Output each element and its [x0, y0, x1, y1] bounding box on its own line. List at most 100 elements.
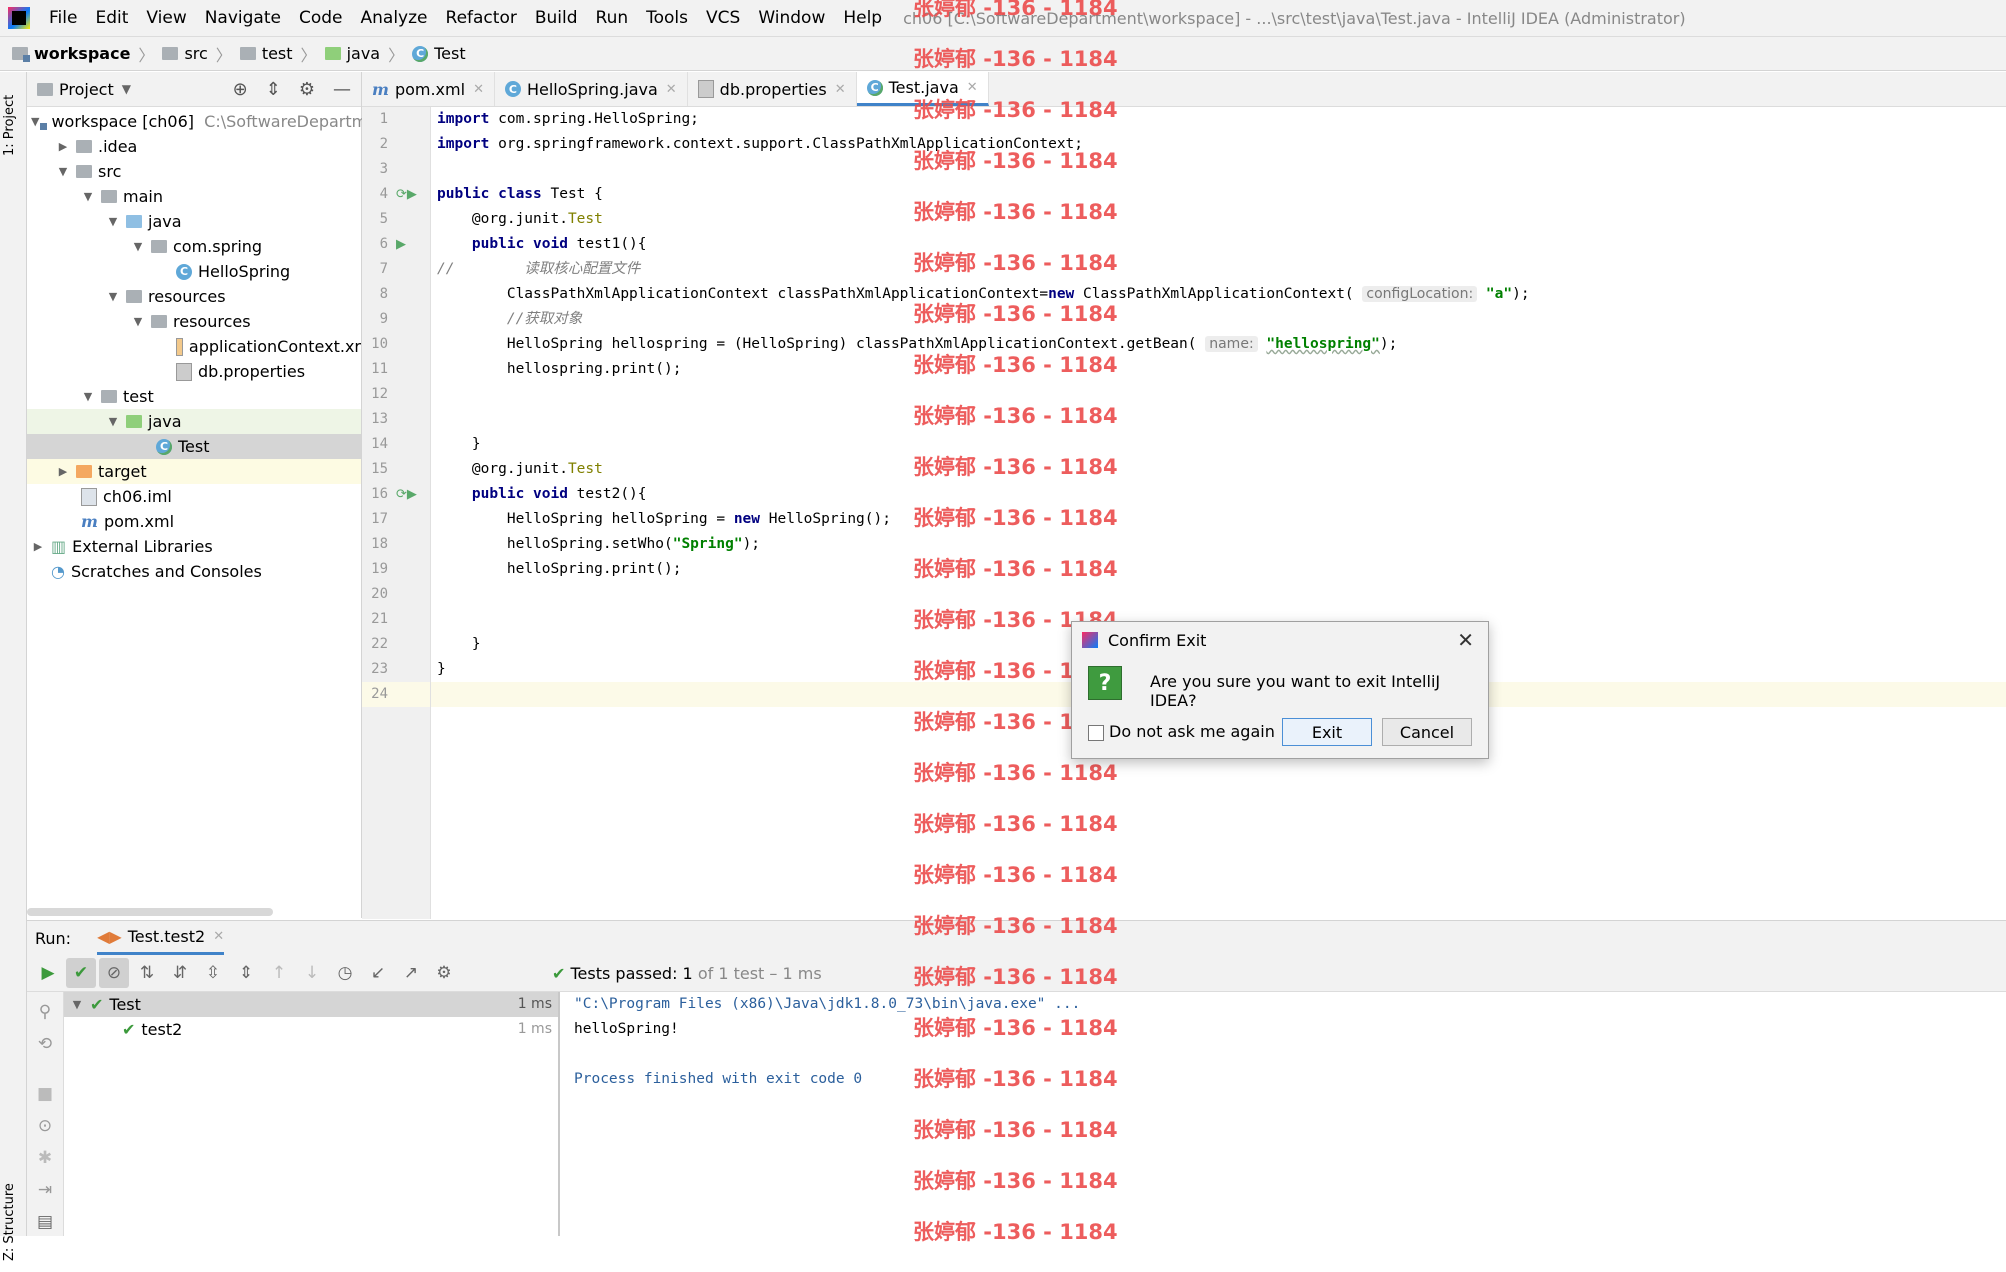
export-tests-icon[interactable]: ↗: [396, 958, 426, 988]
restore-layout-icon[interactable]: ⟲: [27, 1034, 63, 1054]
arrow-up-icon[interactable]: ↑: [264, 958, 294, 988]
close-icon[interactable]: ✕: [835, 82, 846, 97]
breadcrumb-test-class[interactable]: C Test: [412, 44, 466, 63]
close-icon[interactable]: ✕: [213, 929, 224, 944]
menu-code[interactable]: Code: [290, 0, 352, 36]
show-ignored-icon[interactable]: ⊘: [99, 958, 129, 988]
menu-build[interactable]: Build: [526, 0, 587, 36]
tree-item-hellospring[interactable]: C HelloSpring: [27, 259, 361, 284]
tree-item-main-java[interactable]: ▼ java: [27, 209, 361, 234]
tab-pom-xml[interactable]: m pom.xml ✕: [362, 72, 495, 106]
tree-item-target[interactable]: ▶ target: [27, 459, 361, 484]
menu-help[interactable]: Help: [834, 0, 891, 36]
chevron-down-icon[interactable]: ▼: [131, 309, 145, 334]
do-not-ask-label[interactable]: Do not ask me again: [1109, 722, 1275, 741]
tree-item-scratches[interactable]: ◔ Scratches and Consoles: [27, 559, 361, 584]
project-view-selector[interactable]: Project: [59, 80, 114, 99]
expand-all-icon[interactable]: ⇳: [198, 958, 228, 988]
test-row-test2[interactable]: ✔ test2 1 ms: [64, 1017, 558, 1042]
chevron-down-icon[interactable]: ▼: [106, 409, 120, 434]
breadcrumb-java[interactable]: java 〉: [324, 42, 413, 66]
chevron-down-icon[interactable]: ▼: [106, 209, 120, 234]
chevron-down-icon[interactable]: ▼: [81, 384, 95, 409]
run-class-icon[interactable]: ⟳▶: [396, 187, 417, 202]
chevron-right-icon[interactable]: ▶: [31, 534, 45, 559]
collapse-all-icon[interactable]: ⇕: [266, 79, 281, 100]
menu-refactor[interactable]: Refactor: [437, 0, 526, 36]
chevron-down-icon[interactable]: ▼: [131, 234, 145, 259]
tab-run-config[interactable]: ◀▶ Test.test2 ✕: [97, 921, 225, 955]
tree-item-resources-sub[interactable]: ▼ resources: [27, 309, 361, 334]
tree-item-pom-xml[interactable]: m pom.xml: [27, 509, 361, 534]
sort-duration-icon[interactable]: ⇵: [165, 958, 195, 988]
tab-db-properties[interactable]: db.properties ✕: [688, 72, 857, 106]
camera-icon[interactable]: ⊙: [27, 1116, 63, 1136]
menu-file[interactable]: File: [40, 0, 86, 36]
breadcrumb-test[interactable]: test 〉: [239, 42, 325, 66]
chevron-down-icon[interactable]: ▼: [70, 992, 84, 1017]
tree-item-idea[interactable]: ▶ .idea: [27, 134, 361, 159]
exit-icon[interactable]: ⇥: [27, 1180, 63, 1200]
tree-item-external-libraries[interactable]: ▶ ▥ External Libraries: [27, 534, 361, 559]
rerun-icon[interactable]: ▶: [33, 958, 63, 988]
tab-hellospring-java[interactable]: C HelloSpring.java ✕: [495, 72, 688, 106]
tree-item-workspace[interactable]: ▼ workspace [ch06] C:\SoftwareDepartm: [27, 109, 367, 134]
structure-tool-tab[interactable]: Z: Structure: [2, 1172, 24, 1272]
horizontal-scrollbar[interactable]: [27, 908, 273, 916]
run-test-icon[interactable]: ⟳▶: [396, 487, 417, 502]
history-icon[interactable]: ◷: [330, 958, 360, 988]
tree-item-db-properties[interactable]: db.properties: [27, 359, 361, 384]
locate-icon[interactable]: ⊕: [233, 79, 248, 100]
console-output[interactable]: "C:\Program Files (x86)\Java\jdk1.8.0_73…: [560, 992, 2006, 1236]
debug-icon[interactable]: ✱: [27, 1148, 63, 1168]
minimize-icon[interactable]: —: [333, 79, 351, 100]
stop-icon[interactable]: ■: [27, 1084, 63, 1104]
cancel-button[interactable]: Cancel: [1382, 718, 1472, 746]
tree-item-resources[interactable]: ▼ resources: [27, 284, 361, 309]
chevron-right-icon[interactable]: ▶: [56, 459, 70, 484]
menu-view[interactable]: View: [137, 0, 195, 36]
layout-icon[interactable]: ▤: [27, 1212, 63, 1232]
close-icon[interactable]: ✕: [473, 82, 484, 97]
show-passed-icon[interactable]: ✔: [66, 958, 96, 988]
test-row-test[interactable]: ▼ ✔ Test 1 ms: [64, 992, 558, 1017]
code-editor[interactable]: import com.spring.HelloSpring; import or…: [431, 107, 2006, 919]
tree-item-applicationcontext[interactable]: applicationContext.xr: [27, 334, 361, 359]
chevron-right-icon[interactable]: ▶: [56, 134, 70, 159]
close-icon[interactable]: ✕: [1457, 628, 1474, 652]
gear-icon[interactable]: ⚙: [429, 958, 459, 988]
menu-tools[interactable]: Tools: [637, 0, 697, 36]
chevron-down-icon[interactable]: ▼: [31, 109, 39, 134]
tree-item-com-spring[interactable]: ▼ com.spring: [27, 234, 361, 259]
tree-item-test-class[interactable]: C Test: [27, 434, 361, 459]
gear-icon[interactable]: ⚙: [299, 79, 315, 100]
arrow-down-icon[interactable]: ↓: [297, 958, 327, 988]
sort-alpha-icon[interactable]: ⇅: [132, 958, 162, 988]
chevron-down-icon[interactable]: ▼: [106, 284, 120, 309]
run-test-icon[interactable]: ▶: [396, 237, 406, 252]
menu-analyze[interactable]: Analyze: [352, 0, 437, 36]
tree-item-ch06-iml[interactable]: ch06.iml: [27, 484, 361, 509]
collapse-all-icon[interactable]: ⇕: [231, 958, 261, 988]
tree-item-test[interactable]: ▼ test: [27, 384, 361, 409]
menu-run[interactable]: Run: [587, 0, 638, 36]
chevron-down-icon[interactable]: ▼: [122, 82, 131, 96]
do-not-ask-checkbox[interactable]: [1088, 725, 1104, 741]
exit-button[interactable]: Exit: [1282, 718, 1372, 746]
breadcrumb-src[interactable]: src 〉: [162, 42, 239, 66]
tree-item-test-java[interactable]: ▼ java: [27, 409, 361, 434]
pin-icon[interactable]: ⚲: [27, 1002, 63, 1022]
project-tool-tab[interactable]: 1: Project: [2, 80, 24, 170]
tree-item-main[interactable]: ▼ main: [27, 184, 361, 209]
tree-item-src[interactable]: ▼ src: [27, 159, 361, 184]
menu-vcs[interactable]: VCS: [697, 0, 749, 36]
close-icon[interactable]: ✕: [967, 80, 978, 95]
menu-navigate[interactable]: Navigate: [196, 0, 290, 36]
import-tests-icon[interactable]: ↙: [363, 958, 393, 988]
menu-window[interactable]: Window: [749, 0, 834, 36]
chevron-down-icon[interactable]: ▼: [56, 159, 70, 184]
menu-edit[interactable]: Edit: [86, 0, 137, 36]
close-icon[interactable]: ✕: [666, 82, 677, 97]
chevron-down-icon[interactable]: ▼: [81, 184, 95, 209]
breadcrumb-workspace[interactable]: workspace 〉: [12, 42, 162, 66]
